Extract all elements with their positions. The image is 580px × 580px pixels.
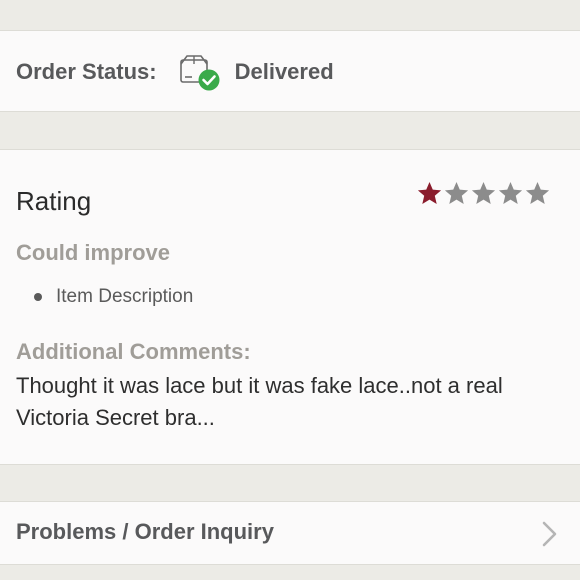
- list-item-label: Item Description: [56, 286, 194, 307]
- star-icon-empty: [498, 182, 523, 204]
- order-inquiry-label: Problems / Order Inquiry: [16, 519, 274, 544]
- star-rating: [416, 180, 551, 207]
- bullet-icon: [34, 293, 42, 301]
- comments-heading: Additional Comments:: [16, 339, 251, 364]
- order-status-label: Order Status:: [16, 59, 157, 84]
- package-delivered-icon: [179, 52, 221, 92]
- order-status-card: Order Status: Delivered: [0, 30, 580, 112]
- rating-title: Rating: [16, 186, 92, 216]
- comments-text: Thought it was lace but it was fake lace…: [16, 373, 503, 430]
- list-item: Item Description: [34, 286, 193, 308]
- star-icon-filled: [417, 182, 442, 204]
- star-icon-empty: [444, 182, 469, 204]
- star-icon-empty: [471, 182, 496, 204]
- chevron-right-icon: [542, 521, 557, 547]
- order-inquiry-row[interactable]: Problems / Order Inquiry: [0, 501, 580, 565]
- star-icon-empty: [525, 182, 550, 204]
- order-status-value: Delivered: [234, 59, 334, 84]
- could-improve-heading: Could improve: [16, 240, 171, 265]
- rating-card: Rating Could improve Item Description Ad…: [0, 149, 580, 465]
